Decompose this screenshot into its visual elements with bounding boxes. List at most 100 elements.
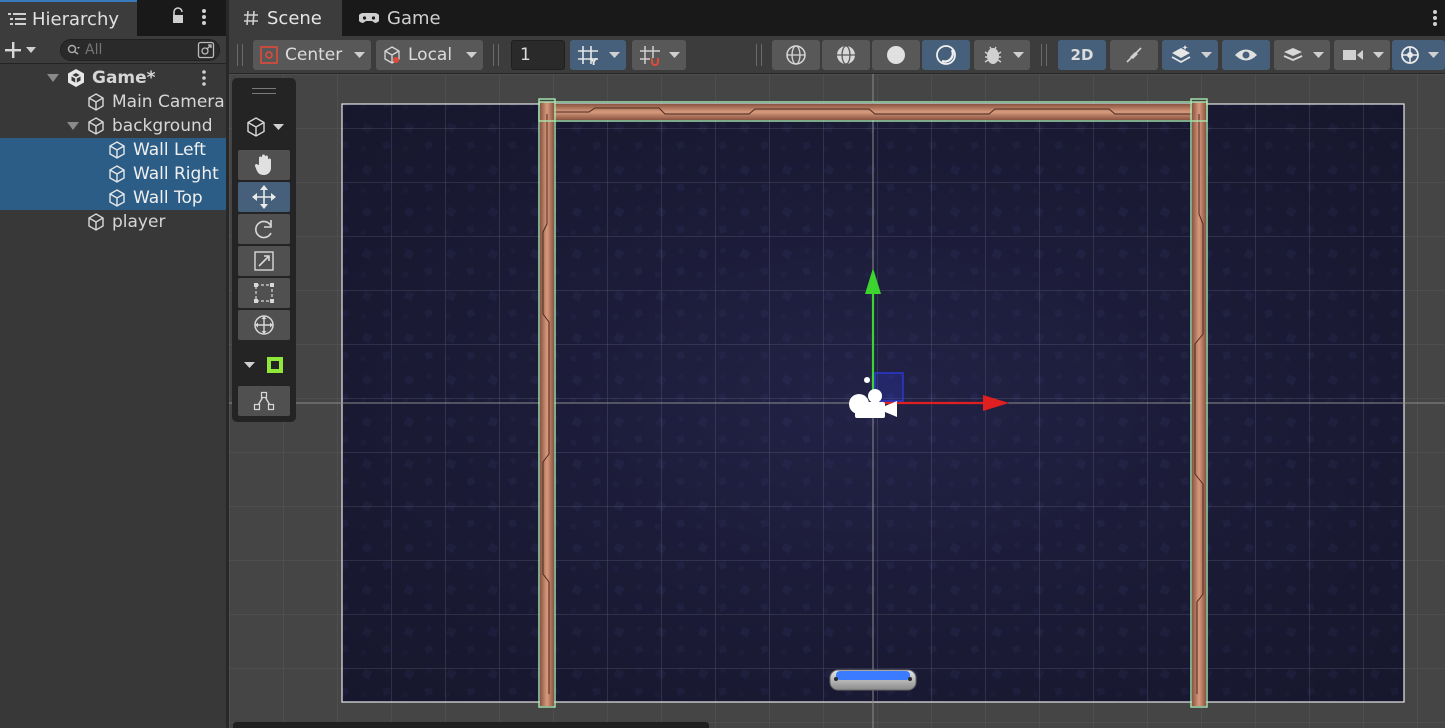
edit-path-tool-button[interactable] xyxy=(238,386,290,416)
toolbar-grip[interactable] xyxy=(237,44,243,66)
shading-wireframe-button[interactable] xyxy=(772,40,820,70)
tool-palette-menu[interactable] xyxy=(238,112,290,142)
transform-tool-button[interactable] xyxy=(238,310,290,340)
scene-viewport[interactable] xyxy=(229,74,1445,728)
gameobject-cube-icon xyxy=(107,188,127,208)
chevron-down-icon xyxy=(354,51,365,59)
player-paddle-sprite[interactable] xyxy=(829,669,917,691)
hierarchy-item-wall-top[interactable]: Wall Top xyxy=(0,186,226,210)
hand-tool-button[interactable] xyxy=(238,150,290,180)
edit-collider-dropdown[interactable] xyxy=(238,350,290,380)
hierarchy-item-background[interactable]: background xyxy=(0,114,226,138)
hierarchy-item-label: Main Camera xyxy=(112,92,225,112)
move-tool-button[interactable] xyxy=(238,182,290,212)
chevron-down-icon xyxy=(1313,51,1324,59)
grid-axis-icon: Y xyxy=(576,44,600,66)
shading-shaded-wireframe-button[interactable] xyxy=(822,40,870,70)
debug-draw-mode-dropdown[interactable] xyxy=(974,40,1030,70)
gamepad-icon xyxy=(359,11,379,25)
pivot-mode-dropdown[interactable]: Center xyxy=(253,40,371,70)
scale-icon xyxy=(253,250,275,272)
scene-panel: Scene Game Center Local 1 Y 2D xyxy=(229,0,1445,728)
wall-right-sprite[interactable] xyxy=(1192,102,1206,706)
scene-tab-bar: Scene Game xyxy=(229,0,1445,36)
hierarchy-item-label: Wall Top xyxy=(133,188,203,208)
eye-icon xyxy=(1234,47,1258,63)
search-popout-icon[interactable] xyxy=(197,41,215,59)
search-input[interactable] xyxy=(85,42,185,58)
tab-hierarchy-label: Hierarchy xyxy=(32,8,120,30)
expand-triangle-icon[interactable] xyxy=(46,73,60,83)
tab-hierarchy[interactable]: Hierarchy xyxy=(0,0,137,36)
chevron-down-icon xyxy=(1428,51,1439,59)
more-options-icon[interactable] xyxy=(200,7,208,27)
hierarchy-scene-root[interactable]: Game* xyxy=(0,66,226,90)
gameobject-cube-icon xyxy=(107,164,127,184)
hierarchy-item-wall-left[interactable]: Wall Left xyxy=(0,138,226,162)
grid-visibility-toggle[interactable]: Y xyxy=(570,40,626,70)
chevron-down-icon xyxy=(669,51,680,59)
toolbar-grip[interactable] xyxy=(756,44,762,66)
shaded-sphere-icon xyxy=(885,44,907,66)
hierarchy-item-label: Wall Right xyxy=(133,164,219,184)
effects-dropdown[interactable] xyxy=(1162,40,1218,70)
camera-settings-dropdown[interactable] xyxy=(1334,40,1390,70)
scene-toolbar: Center Local 1 Y 2D xyxy=(229,36,1445,74)
hierarchy-tab-bar: Hierarchy xyxy=(0,0,226,36)
hierarchy-item-player[interactable]: player xyxy=(0,210,226,234)
rect-tool-button[interactable] xyxy=(238,278,290,308)
more-options-icon[interactable] xyxy=(200,69,208,87)
hierarchy-panel: Hierarchy All Game* Main Camera backgrou… xyxy=(0,0,226,728)
gameobject-cube-icon xyxy=(107,140,127,160)
hierarchy-item-label: Wall Left xyxy=(133,140,206,160)
pivot-rotation-label: Local xyxy=(408,45,453,65)
wall-left-sprite[interactable] xyxy=(540,102,554,706)
grid-snap-value: 1 xyxy=(520,45,531,65)
tab-scene-label: Scene xyxy=(267,7,322,29)
hierarchy-item-main-camera[interactable]: Main Camera xyxy=(0,90,226,114)
2d-mode-toggle[interactable]: 2D xyxy=(1058,40,1106,70)
bug-icon xyxy=(982,44,1004,66)
scene-visibility-toggle[interactable] xyxy=(1222,40,1270,70)
chevron-down-icon xyxy=(272,123,284,131)
chevron-down-icon xyxy=(26,46,36,54)
tool-palette xyxy=(232,78,296,422)
wall-top-sprite[interactable] xyxy=(545,104,1199,120)
toolbar-grip[interactable] xyxy=(493,44,499,66)
scene-canvas[interactable] xyxy=(229,74,1445,728)
expand-triangle-icon[interactable] xyxy=(66,121,80,131)
gameobject-cube-icon xyxy=(86,116,106,136)
lighting-toggle-button[interactable] xyxy=(922,40,970,70)
chevron-down-icon xyxy=(1201,51,1212,59)
rotate-tool-button[interactable] xyxy=(238,214,290,244)
grid-snap-magnet-icon xyxy=(638,44,662,66)
audio-toggle[interactable] xyxy=(1110,40,1158,70)
gameobject-cube-icon xyxy=(86,212,106,232)
tab-scene[interactable]: Scene xyxy=(229,0,342,36)
gizmos-dropdown[interactable] xyxy=(1392,40,1445,70)
shading-shaded-button[interactable] xyxy=(872,40,920,70)
tab-game[interactable]: Game xyxy=(345,0,455,36)
scale-tool-button[interactable] xyxy=(238,246,290,276)
overlay-toolbar-bottom xyxy=(233,722,709,728)
hierarchy-item-wall-right[interactable]: Wall Right xyxy=(0,162,226,186)
tab-game-label: Game xyxy=(387,7,441,29)
more-options-icon[interactable] xyxy=(1431,8,1439,28)
gameobject-cube-icon xyxy=(86,92,106,112)
hand-icon xyxy=(253,153,275,177)
grid-snap-toggle[interactable] xyxy=(632,40,686,70)
search-icon xyxy=(67,44,81,56)
lock-icon[interactable] xyxy=(170,7,186,25)
toolbar-grip[interactable] xyxy=(1041,44,1047,66)
layers-dropdown[interactable] xyxy=(1274,40,1330,70)
palette-drag-handle[interactable] xyxy=(252,88,276,94)
chevron-down-icon xyxy=(1013,51,1024,59)
add-object-button[interactable] xyxy=(4,38,44,62)
pivot-center-icon xyxy=(259,45,279,65)
plus-icon xyxy=(4,41,22,59)
chevron-down-icon xyxy=(1373,51,1384,59)
path-nodes-icon xyxy=(253,390,275,412)
pivot-rotation-dropdown[interactable]: Local xyxy=(376,40,483,70)
grid-snap-value-field[interactable]: 1 xyxy=(511,40,565,70)
hierarchy-search[interactable] xyxy=(60,39,220,61)
